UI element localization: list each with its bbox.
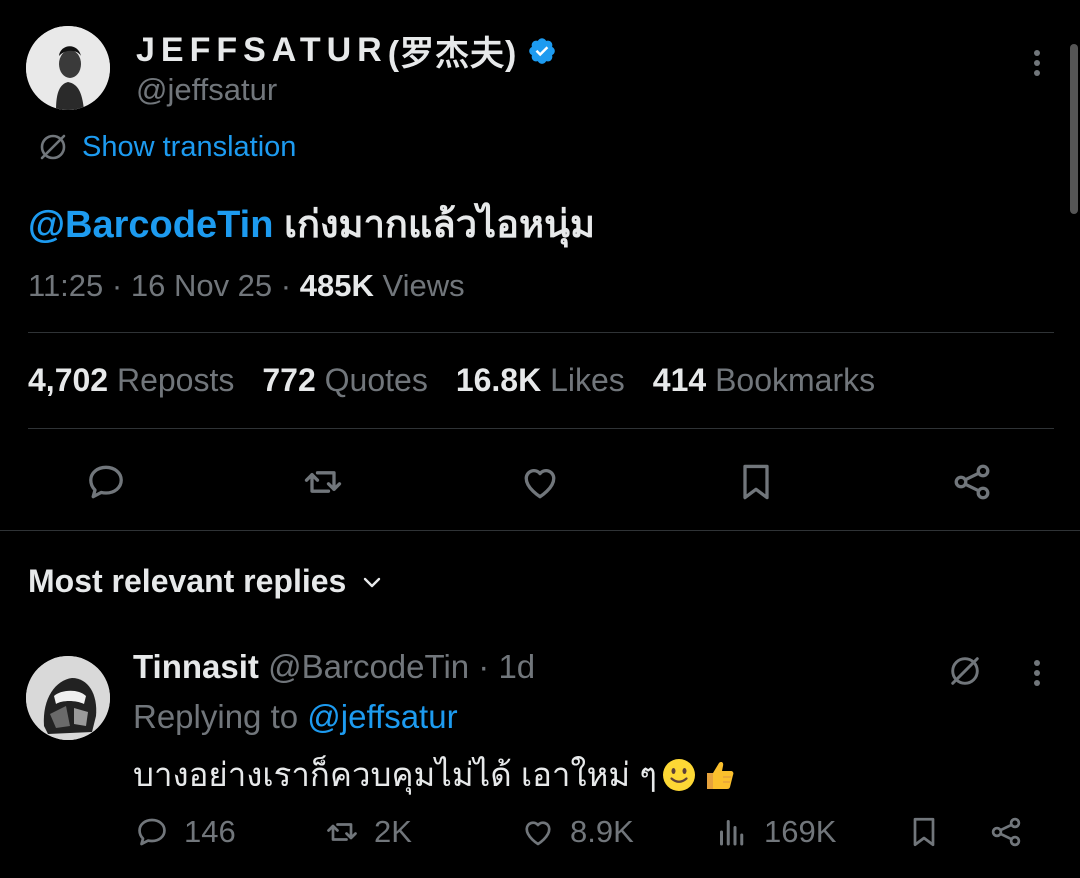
bookmark-icon [743,464,769,500]
stat-quotes[interactable]: 772 Quotes [262,362,427,399]
stat-count: 414 [652,362,707,398]
reply-header: Tinnasit @BarcodeTin · 1d [133,648,536,685]
share-icon [954,464,990,500]
author-name-latin: JEFFSATUR [136,31,388,69]
replying-to-handle[interactable]: @jeffsatur [307,698,457,735]
author-name-chinese: (罗杰夫) [387,35,518,73]
divider [28,332,1054,333]
stat-label: Bookmarks [715,362,876,398]
share-button[interactable] [950,460,994,504]
like-icon [525,821,551,846]
stat-label: Likes [550,362,625,398]
stat-label: Quotes [324,362,428,398]
stat-count: 4,702 [28,362,109,398]
thumbs-up-icon [706,761,734,789]
divider [28,428,1054,429]
meta-separator: · [103,268,131,303]
stat-likes[interactable]: 16.8K Likes [456,362,625,399]
verified-badge-icon [529,37,556,64]
author-avatar[interactable] [26,26,110,110]
tweet-mention-link[interactable]: @BarcodeTin [28,204,273,246]
reply-body: บางอย่างเราก็ควบคุมไม่ได้ เอาใหม่ ๆ [133,756,657,793]
reply-author-avatar[interactable] [26,656,110,740]
scrollbar-thumb[interactable] [1070,44,1078,214]
stat-reposts[interactable]: 4,702 Reposts [28,362,234,399]
reply-reply-button[interactable]: 146 [134,814,236,850]
replies-section-title: Most relevant replies [28,563,347,599]
reply-views-count: 169K [764,814,837,849]
stat-count: 772 [262,362,316,398]
reply-likes-count: 8.9K [570,814,634,849]
reply-text: บางอย่างเราก็ควบคุมไม่ได้ เอาใหม่ ๆ [133,748,737,801]
tweet-views-count: 485K [299,268,374,303]
tweet-text: @BarcodeTin เก่งมากแล้วไอหนุ่ม [28,193,595,254]
like-icon [524,469,556,499]
reply-icon [89,465,123,499]
reply-share-button[interactable] [988,814,1038,850]
repost-icon [304,471,342,493]
views-icon [720,820,744,846]
more-options-icon[interactable] [1026,656,1048,690]
tweet-views-label: Views [382,268,465,303]
more-options-icon[interactable] [1026,46,1048,80]
reply-bookmark-button[interactable] [906,814,956,850]
repost-button[interactable] [301,460,345,504]
chevron-down-icon [364,577,381,587]
stat-label: Reposts [116,362,235,398]
bookmark-icon [913,817,935,847]
author-handle[interactable]: @jeffsatur [136,72,277,108]
replies-sort-dropdown[interactable]: Most relevant replies [28,563,384,600]
reply-author-handle[interactable]: @BarcodeTin [268,648,469,685]
reply-age[interactable]: 1d [498,648,535,685]
author-display-name[interactable]: JEFFSATUR (罗杰夫) [136,26,557,75]
replying-to: Replying to @jeffsatur [133,698,458,736]
tweet-body: เก่งมากแล้วไอหนุ่ม [273,204,596,246]
reply-reposts-count: 2K [374,814,412,849]
tweet-stats: 4,702 Reposts 772 Quotes 16.8K Likes 414… [28,362,903,399]
reply-replies-count: 146 [184,814,236,849]
translate-icon[interactable] [946,652,984,690]
bookmark-button[interactable] [734,460,778,504]
meta-separator: · [272,268,300,303]
tweet-date[interactable]: 16 Nov 25 [131,268,272,303]
like-button[interactable] [518,460,562,504]
tweet-time[interactable]: 11:25 [28,268,103,303]
stat-count: 16.8K [455,362,542,398]
divider [0,530,1080,531]
reply-author-name[interactable]: Tinnasit [133,648,259,685]
reply-repost-button[interactable]: 2K [324,814,412,850]
translate-icon [40,134,66,160]
stat-bookmarks[interactable]: 414 Bookmarks [653,362,875,399]
reply-button[interactable] [84,460,128,504]
reply-views-button[interactable]: 169K [714,814,836,850]
show-translation-link[interactable]: Show translation [36,130,296,164]
show-translation-label: Show translation [82,130,297,163]
reply-like-button[interactable]: 8.9K [520,814,634,850]
tweet-meta: 11:25 · 16 Nov 25 · 485K Views [28,268,465,304]
slightly-smiling-face-icon [662,758,695,791]
replying-to-label: Replying to [133,698,308,735]
repost-icon [327,823,357,841]
reply-icon [138,818,166,846]
share-icon [991,817,1021,847]
